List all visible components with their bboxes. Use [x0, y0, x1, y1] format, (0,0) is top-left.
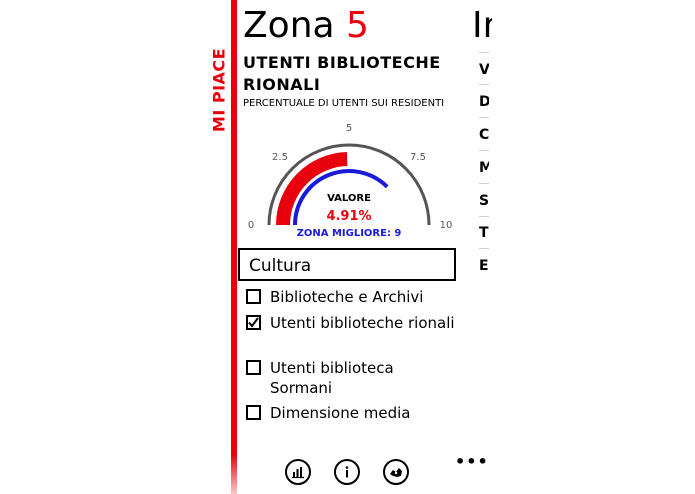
gauge-value-caption: VALORE	[327, 193, 371, 204]
next-panel-item[interactable]: V	[479, 62, 489, 78]
zone-word: Zona	[243, 5, 335, 46]
next-panel-item[interactable]: M	[479, 160, 489, 176]
next-panel-separator	[479, 150, 489, 151]
info-button[interactable]	[334, 459, 360, 485]
gauge-tick-2-5: 2.5	[272, 152, 288, 163]
checklist-label: Utenti biblioteca Sormani	[270, 359, 394, 397]
category-selected: Cultura	[249, 256, 312, 276]
next-panel-separator	[479, 183, 489, 184]
checklist-label: Dimensione media	[270, 404, 411, 422]
gauge-tick-0: 0	[247, 220, 255, 231]
next-panel-separator	[479, 52, 489, 53]
more-options-button[interactable]: •••	[455, 452, 489, 471]
next-panel-separator	[479, 216, 489, 217]
checklist-label: Biblioteche e Archivi	[270, 288, 424, 306]
next-panel-separator	[479, 84, 489, 85]
info-icon	[345, 466, 349, 478]
next-panel-separator	[479, 248, 489, 249]
checklist-label: Utenti biblioteche rionali	[270, 314, 455, 332]
checkbox[interactable]	[246, 315, 261, 330]
gauge-tick-10: 10	[439, 220, 453, 231]
map-button[interactable]	[383, 459, 409, 485]
chart-icon	[292, 467, 304, 479]
mi-piace-label[interactable]: MI PIACE	[207, 40, 231, 140]
next-panel-item[interactable]: T	[479, 225, 489, 241]
indicator-title: UTENTI BIBLIOTECHE RIONALI	[243, 53, 441, 94]
checkbox[interactable]	[246, 289, 261, 304]
map-icon	[390, 468, 402, 477]
next-panel-item[interactable]: E	[479, 258, 489, 274]
category-select[interactable]: Cultura	[238, 248, 456, 281]
gauge-tick-5: 5	[345, 123, 353, 134]
next-panel-separator	[479, 117, 489, 118]
page-title: Zona 5	[243, 4, 369, 48]
next-panel-title[interactable]: In	[472, 4, 492, 48]
zone-number: 5	[346, 5, 369, 46]
checkbox[interactable]	[246, 360, 261, 375]
gauge-tick-7-5: 7.5	[410, 152, 426, 163]
accent-bar-fade	[231, 454, 237, 494]
accent-bar	[231, 0, 237, 454]
next-panel-item[interactable]: D	[479, 94, 489, 110]
indicator-subtitle: PERCENTUALE DI UTENTI SUI RESIDENTI	[243, 98, 445, 109]
next-panel-item[interactable]: C	[479, 127, 489, 143]
chart-button[interactable]	[285, 459, 311, 485]
checkbox[interactable]	[246, 405, 261, 420]
check-mark-icon	[248, 317, 259, 328]
best-zone-label: ZONA MIGLIORE: 9	[296, 228, 402, 239]
gauge-value: 4.91%	[326, 209, 372, 224]
next-panel-item[interactable]: S	[479, 193, 489, 209]
